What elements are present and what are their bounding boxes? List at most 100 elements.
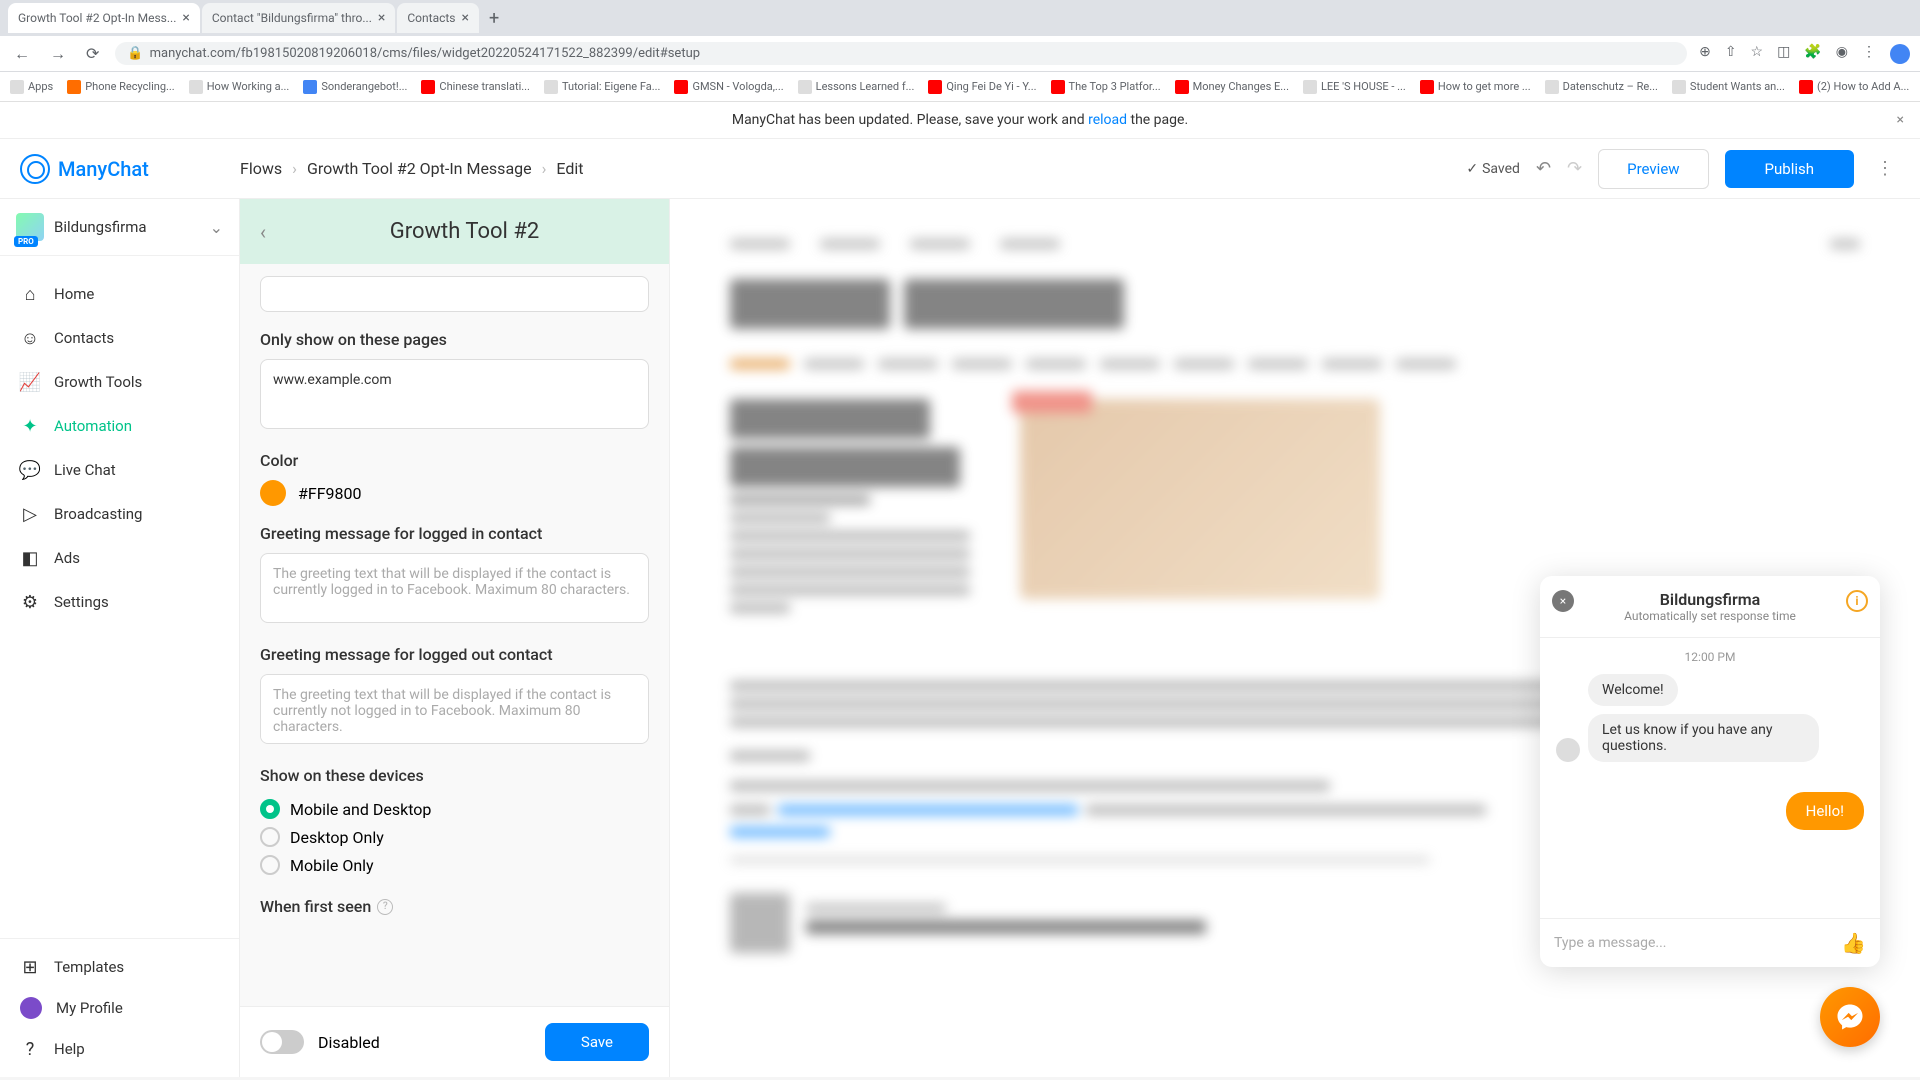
sidebar-item-profile[interactable]: My Profile — [0, 987, 239, 1029]
field-only-show: Only show on these pages www.example.com — [260, 330, 649, 433]
ext2-icon[interactable]: ◉ — [1836, 44, 1848, 64]
info-icon[interactable]: i — [1846, 590, 1868, 612]
sidebar-item-label: Help — [54, 1040, 85, 1058]
enabled-toggle[interactable] — [260, 1030, 304, 1054]
sidebar-item-contacts[interactable]: ☺ Contacts — [0, 316, 239, 360]
messenger-fab[interactable] — [1820, 987, 1880, 1047]
chat-input[interactable] — [1554, 935, 1841, 951]
ext-icon[interactable]: ◫ — [1777, 44, 1790, 64]
field-label: Greeting message for logged out contact — [260, 645, 649, 664]
sidebar-item-growth-tools[interactable]: 📈Growth Tools — [0, 360, 239, 404]
field-when-first: When first seen? — [260, 897, 649, 916]
logo[interactable]: ManyChat — [20, 154, 240, 184]
close-icon[interactable]: × — [1897, 112, 1904, 128]
sidebar-item-settings[interactable]: ⚙Settings — [0, 580, 239, 624]
back-button[interactable]: ‹ — [260, 220, 266, 244]
bookmark[interactable]: Chinese translati... — [421, 80, 530, 94]
sidebar-item-help[interactable]: ?Help — [0, 1029, 239, 1069]
bookmark[interactable]: GMSN - Vologda,... — [674, 80, 783, 94]
breadcrumb-item[interactable]: Flows — [240, 159, 282, 178]
forward-icon[interactable]: → — [46, 40, 70, 68]
sidebar-item-broadcasting[interactable]: ▷Broadcasting — [0, 492, 239, 536]
automation-icon: ✦ — [20, 416, 40, 436]
radio-mobile-desktop[interactable]: Mobile and Desktop — [260, 795, 649, 823]
bookmark[interactable]: Student Wants an... — [1672, 80, 1785, 94]
help-icon[interactable]: ? — [377, 899, 393, 915]
greeting-in-input[interactable] — [260, 553, 649, 623]
save-button[interactable]: Save — [545, 1023, 649, 1061]
url-text: manychat.com/fb19815020819206018/cms/fil… — [150, 46, 700, 61]
bm-icon — [1545, 80, 1559, 94]
sidebar-item-home[interactable]: ⌂Home — [0, 272, 239, 316]
puzzle-icon[interactable]: 🧩 — [1804, 44, 1821, 64]
pro-badge: PRO — [14, 236, 38, 247]
radio-mobile-only[interactable]: Mobile Only — [260, 851, 649, 879]
check-icon: ✓ — [1466, 161, 1478, 177]
reload-icon[interactable]: ⟳ — [82, 40, 103, 67]
more-menu-icon[interactable]: ⋮ — [1870, 158, 1900, 179]
bookmark[interactable]: The Top 3 Platfor... — [1051, 80, 1161, 94]
chat-bubble: Let us know if you have any questions. — [1588, 714, 1819, 762]
bookmark[interactable]: Apps — [10, 80, 53, 94]
bookmark[interactable]: LEE 'S HOUSE - ... — [1303, 80, 1406, 94]
banner-prefix: ManyChat has been updated. Please, save … — [732, 112, 1088, 128]
input-card[interactable] — [260, 276, 649, 312]
close-icon[interactable]: × — [378, 10, 385, 26]
bookmark[interactable]: Datenschutz – Re... — [1545, 80, 1658, 94]
pages-input[interactable]: www.example.com — [260, 359, 649, 429]
back-icon[interactable]: ← — [10, 40, 34, 68]
close-icon[interactable]: × — [1552, 590, 1574, 612]
menu-icon[interactable]: ⋮ — [1862, 44, 1876, 64]
templates-icon: ⊞ — [20, 957, 40, 977]
sidebar-item-label: Templates — [54, 958, 124, 976]
bookmark[interactable]: Lessons Learned f... — [798, 80, 915, 94]
install-icon[interactable]: ⊕ — [1699, 44, 1711, 64]
chat-widget: × Bildungsfirma Automatically set respon… — [1540, 576, 1880, 967]
share-icon[interactable]: ⇧ — [1725, 44, 1737, 64]
reload-link[interactable]: reload — [1088, 112, 1127, 128]
bookmark[interactable]: Phone Recycling... — [67, 80, 174, 94]
sidebar-item-templates[interactable]: ⊞ Templates — [0, 947, 239, 987]
field-label: When first seen? — [260, 897, 649, 916]
apps-icon — [10, 80, 24, 94]
bm-icon — [67, 80, 81, 94]
browser-tab[interactable]: Contact "Bildungsfirma" thro...× — [202, 3, 396, 33]
sidebar-item-ads[interactable]: ◧Ads — [0, 536, 239, 580]
radio-desktop-only[interactable]: Desktop Only — [260, 823, 649, 851]
close-icon[interactable]: × — [462, 10, 469, 26]
sidebar-item-live-chat[interactable]: 💬Live Chat — [0, 448, 239, 492]
bookmark[interactable]: How to get more ... — [1420, 80, 1531, 94]
publish-button[interactable]: Publish — [1725, 150, 1854, 188]
browser-tab[interactable]: Contacts× — [397, 3, 479, 33]
sidebar-item-automation[interactable]: ✦Automation — [0, 404, 239, 448]
bookmark[interactable]: Qing Fei De Yi - Y... — [928, 80, 1036, 94]
editor-body[interactable]: Only show on these pages www.example.com… — [240, 264, 669, 1077]
url-input[interactable]: 🔒manychat.com/fb19815020819206018/cms/fi… — [115, 42, 1687, 65]
bookmark[interactable]: Money Changes E... — [1175, 80, 1289, 94]
preview-button[interactable]: Preview — [1598, 149, 1708, 189]
thumbs-up-icon[interactable]: 👍 — [1841, 931, 1866, 955]
bookmark[interactable]: (2) How to Add A... — [1799, 80, 1909, 94]
breadcrumb-item[interactable]: Growth Tool #2 Opt-In Message — [307, 159, 532, 178]
nav-bottom: ⊞ Templates My Profile ?Help — [0, 938, 239, 1077]
chat-timestamp: 12:00 PM — [1556, 650, 1864, 664]
address-bar: ← → ⟳ 🔒manychat.com/fb19815020819206018/… — [0, 36, 1920, 72]
radio-icon — [260, 827, 280, 847]
avatar-icon — [20, 997, 42, 1019]
greeting-out-input[interactable] — [260, 674, 649, 744]
bookmark[interactable]: Tutorial: Eigene Fa... — [544, 80, 661, 94]
sidebar-item-label: Contacts — [54, 329, 114, 347]
chevron-down-icon: ⌄ — [210, 218, 223, 237]
breadcrumb: Flows › Growth Tool #2 Opt-In Message › … — [240, 159, 584, 178]
avatar-icon[interactable] — [1890, 44, 1910, 64]
bookmark[interactable]: Sonderangebot!... — [303, 80, 407, 94]
new-tab-button[interactable]: + — [481, 4, 507, 33]
browser-tab[interactable]: Growth Tool #2 Opt-In Mess...× — [8, 3, 200, 33]
color-picker[interactable]: #FF9800 — [260, 480, 649, 506]
close-icon[interactable]: × — [182, 10, 189, 26]
undo-button[interactable]: ↶ — [1536, 158, 1551, 179]
contacts-icon: ☺ — [20, 328, 40, 348]
workspace-selector[interactable]: PRO Bildungsfirma ⌄ — [0, 199, 239, 256]
bookmark[interactable]: How Working a... — [189, 80, 290, 94]
star-icon[interactable]: ☆ — [1751, 44, 1764, 64]
